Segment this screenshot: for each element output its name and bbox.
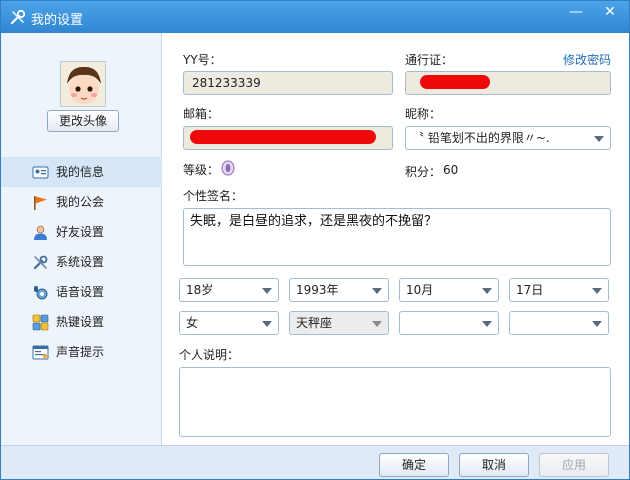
redaction-mark <box>420 75 490 89</box>
avatar-image <box>61 62 105 106</box>
birth-year-value: 1993年 <box>296 283 339 297</box>
chevron-down-icon <box>262 321 272 327</box>
window-title: 我的设置 <box>31 13 84 28</box>
chevron-down-icon <box>594 136 604 142</box>
signature-label: 个性签名： <box>183 189 244 203</box>
cancel-button[interactable]: 取消 <box>459 453 529 477</box>
points-label: 积分： <box>405 165 442 179</box>
gender-select[interactable]: 女 <box>179 311 279 335</box>
nickname-value: 〝 铅笔划不出的界限〃~. <box>412 131 550 145</box>
sidebar-item-hotkey-settings[interactable]: 热键设置 <box>1 307 162 337</box>
age-value: 18岁 <box>186 283 214 297</box>
title-bar[interactable]: 我的设置 — ✕ <box>1 1 629 33</box>
voice-gear-icon <box>34 286 48 300</box>
signature-input[interactable]: 失眠，是白昼的追求，还是黑夜的不挽留？ <box>183 208 611 266</box>
sidebar-item-label: 我的公会 <box>56 195 105 209</box>
chevron-down-icon <box>482 288 492 294</box>
chevron-down-icon <box>482 321 492 327</box>
sidebar-item-voice-settings[interactable]: 语音设置 <box>1 277 162 307</box>
email-field[interactable] <box>183 126 393 150</box>
sidebar-item-my-info[interactable]: 我的信息 <box>1 157 162 187</box>
chevron-down-icon <box>592 321 602 327</box>
id-card-icon <box>32 166 49 179</box>
birth-month-value: 10月 <box>406 283 434 297</box>
sidebar-item-label: 声音提示 <box>56 345 105 359</box>
passport-label: 通行证： <box>405 53 454 67</box>
settings-window: 我的设置 — ✕ 更改头像 我的信息 我的公会 好友设置 系统设置 语音设置 热… <box>0 0 630 480</box>
sidebar: 更改头像 我的信息 我的公会 好友设置 系统设置 语音设置 热键设置 声音提示 <box>1 33 162 445</box>
chevron-down-icon <box>592 288 602 294</box>
sidebar-item-label: 语音设置 <box>56 285 105 299</box>
sidebar-item-label: 系统设置 <box>56 255 105 269</box>
nickname-label: 昵称： <box>405 107 442 121</box>
chevron-down-icon <box>372 288 382 294</box>
tools-icon <box>10 9 26 25</box>
passport-field[interactable] <box>405 71 611 95</box>
zodiac-value: 天秤座 <box>296 316 333 330</box>
yy-label: YY号： <box>183 53 222 67</box>
sidebar-item-label: 我的信息 <box>56 165 105 179</box>
dialog-footer: 确定 取消 应用 <box>1 445 629 479</box>
sidebar-item-my-guild[interactable]: 我的公会 <box>1 187 162 217</box>
birth-month-select[interactable]: 10月 <box>399 278 499 302</box>
keyboard-icon <box>32 314 49 331</box>
zodiac-select: 天秤座 <box>289 311 389 335</box>
points-value: 60 <box>443 163 459 177</box>
sound-prompt-icon <box>32 345 49 360</box>
level-badge-icon <box>221 160 235 176</box>
level-label: 等级： <box>183 163 220 177</box>
avatar[interactable] <box>60 61 106 107</box>
chevron-down-icon <box>262 288 272 294</box>
ok-button[interactable]: 确定 <box>379 453 449 477</box>
description-label: 个人说明： <box>179 348 240 362</box>
birth-day-select[interactable]: 17日 <box>509 278 609 302</box>
yy-number-field[interactable]: 281233339 <box>183 71 393 95</box>
sidebar-item-system-settings[interactable]: 系统设置 <box>1 247 162 277</box>
tools-icon <box>33 255 48 270</box>
redaction-mark <box>190 130 376 144</box>
birth-day-value: 17日 <box>516 283 544 297</box>
age-select[interactable]: 18岁 <box>179 278 279 302</box>
sidebar-item-label: 好友设置 <box>56 225 105 239</box>
sidebar-item-sound-prompt[interactable]: 声音提示 <box>1 337 162 367</box>
birth-year-select[interactable]: 1993年 <box>289 278 389 302</box>
location-city-select[interactable] <box>509 311 609 335</box>
sidebar-item-friend-settings[interactable]: 好友设置 <box>1 217 162 247</box>
apply-button[interactable]: 应用 <box>539 453 609 477</box>
profile-form: YY号： 281233339 通行证： 修改密码 邮箱： 昵称： 〝 铅笔划不出… <box>163 33 629 445</box>
location-province-select[interactable] <box>399 311 499 335</box>
change-avatar-button[interactable]: 更改头像 <box>47 110 119 132</box>
user-icon <box>34 225 47 240</box>
gender-value: 女 <box>186 316 199 330</box>
email-label: 邮箱： <box>183 107 220 121</box>
chevron-down-icon <box>372 321 382 327</box>
description-input[interactable] <box>179 367 611 437</box>
change-password-link[interactable]: 修改密码 <box>563 51 611 68</box>
close-button[interactable]: ✕ <box>595 1 625 25</box>
sidebar-item-label: 热键设置 <box>56 315 105 329</box>
nickname-field[interactable]: 〝 铅笔划不出的界限〃~. <box>405 126 611 150</box>
minimize-button[interactable]: — <box>561 1 591 25</box>
sidebar-nav: 我的信息 我的公会 好友设置 系统设置 语音设置 热键设置 声音提示 <box>1 157 162 367</box>
flag-icon <box>34 196 47 210</box>
